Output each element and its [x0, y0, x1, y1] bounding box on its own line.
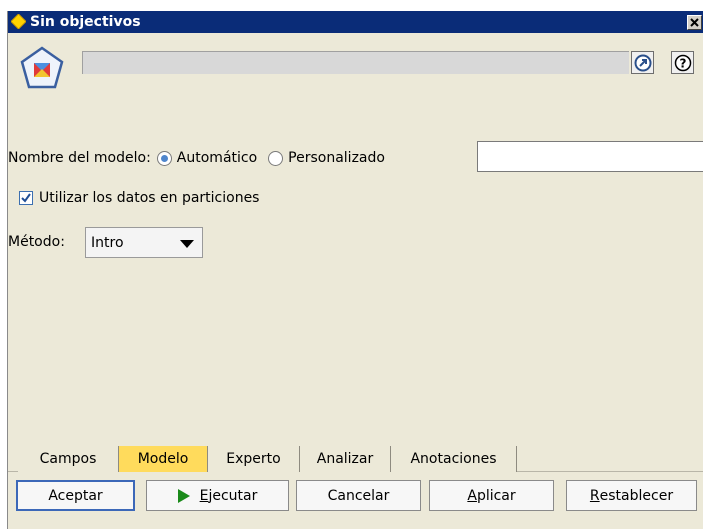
node-header: ? — [8, 33, 703, 115]
reset-mnemonic: R — [589, 487, 600, 504]
use-partitions-label[interactable]: Utilizar los datos en particiones — [39, 190, 259, 206]
apply-mnemonic: A — [467, 487, 477, 504]
radio-custom[interactable] — [268, 150, 284, 166]
apply-button[interactable]: Aplicar — [429, 480, 554, 511]
tab-bar: Campos Modelo Experto Analizar Anotacion… — [8, 446, 703, 472]
tab-anotaciones[interactable]: Anotaciones — [391, 446, 517, 472]
reset-label: establecer — [599, 487, 674, 504]
model-name-label: Nombre del modelo: — [8, 150, 151, 166]
play-icon — [177, 488, 190, 503]
model-node-icon — [20, 46, 64, 89]
method-row: Método: — [8, 230, 65, 254]
svg-text:?: ? — [679, 56, 686, 70]
radio-automatic[interactable] — [156, 150, 172, 166]
help-button[interactable]: ? — [671, 51, 694, 74]
tab-analizar[interactable]: Analizar — [300, 446, 391, 472]
run-button[interactable]: Ejecutar — [146, 480, 289, 511]
method-label: Método: — [8, 234, 65, 250]
close-icon — [690, 18, 699, 27]
custom-name-input[interactable] — [477, 141, 703, 172]
node-diamond-icon — [11, 14, 26, 29]
node-name-field[interactable] — [82, 51, 629, 74]
reset-button[interactable]: Restablecer — [566, 480, 697, 511]
tab-modelo[interactable]: Modelo — [119, 446, 208, 472]
title-bar[interactable]: Sin objectivos — [8, 11, 703, 33]
help-icon: ? — [674, 54, 691, 71]
expand-button[interactable] — [631, 51, 654, 74]
ok-button[interactable]: Aceptar — [16, 480, 135, 511]
run-label: jecutar — [208, 487, 258, 504]
model-name-row: Nombre del modelo: Automático Personaliz… — [8, 146, 385, 170]
checkmark-icon — [21, 193, 31, 203]
dialog-window: Sin objectivos ? Nombre del modelo: Auto… — [7, 11, 703, 529]
button-bar: Aceptar Ejecutar Cancelar Aplicar Restab… — [8, 476, 703, 516]
expand-icon — [634, 54, 651, 71]
partitions-row: Utilizar los datos en particiones — [8, 186, 259, 210]
apply-label: plicar — [476, 487, 516, 504]
use-partitions-checkbox[interactable] — [19, 191, 33, 205]
radio-selected-dot — [160, 154, 168, 162]
radio-custom-label[interactable]: Personalizado — [288, 150, 385, 166]
radio-automatic-label[interactable]: Automático — [177, 150, 257, 166]
close-button[interactable] — [687, 15, 702, 30]
tab-experto[interactable]: Experto — [208, 446, 300, 472]
method-value: Intro — [91, 234, 124, 251]
tab-campos[interactable]: Campos — [18, 446, 119, 472]
method-select[interactable]: Intro — [85, 227, 203, 258]
cancel-button[interactable]: Cancelar — [296, 480, 421, 511]
chevron-down-icon — [180, 240, 194, 248]
window-title: Sin objectivos — [30, 14, 141, 30]
